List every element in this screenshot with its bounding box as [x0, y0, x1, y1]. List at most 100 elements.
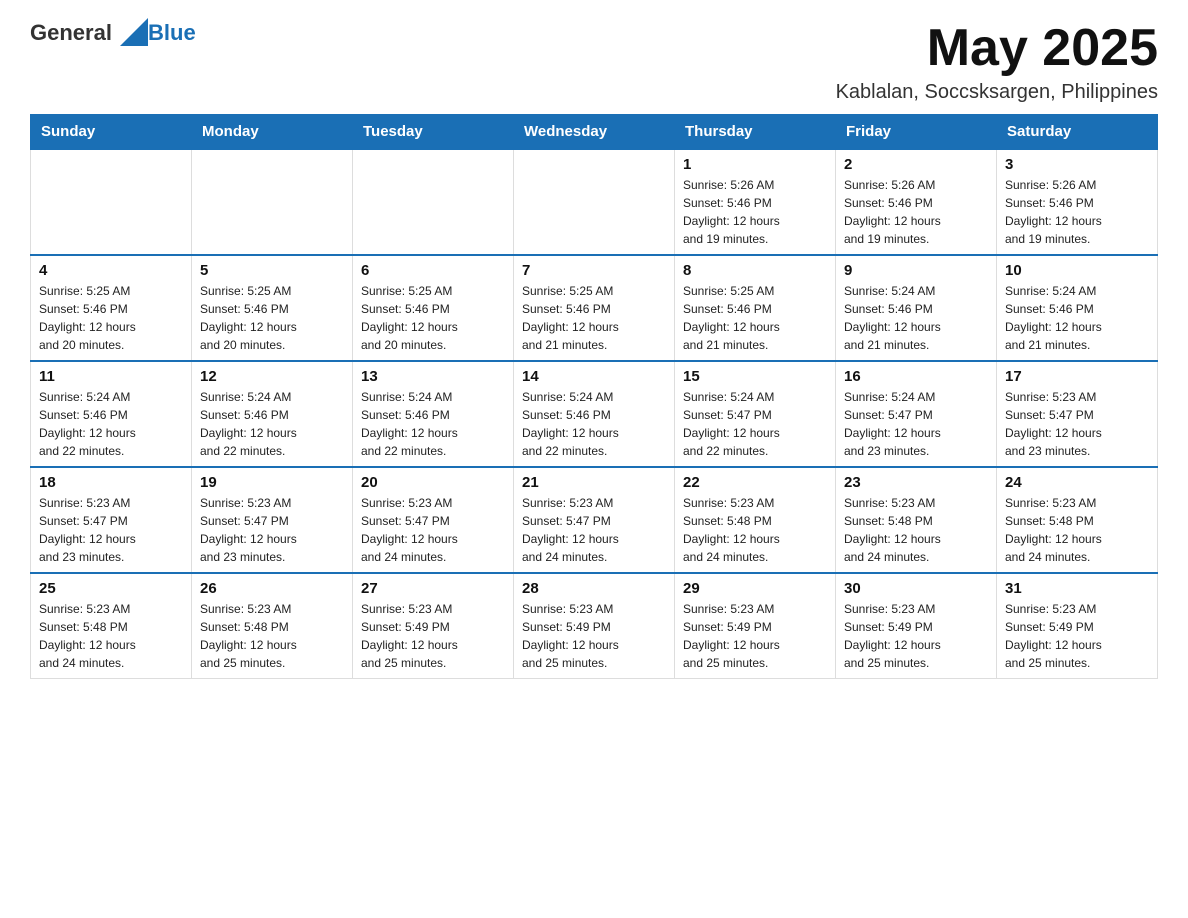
calendar-cell: 5 Sunrise: 5:25 AM Sunset: 5:46 PM Daylig…	[192, 255, 353, 361]
day-info: Sunrise: 5:23 AM Sunset: 5:48 PM Dayligh…	[1005, 494, 1149, 566]
logo-text-blue: Blue	[148, 20, 196, 46]
calendar-cell: 18 Sunrise: 5:23 AM Sunset: 5:47 PM Dayli…	[31, 467, 192, 573]
day-info: Sunrise: 5:23 AM Sunset: 5:47 PM Dayligh…	[522, 494, 666, 566]
calendar-cell	[514, 149, 675, 255]
day-info: Sunrise: 5:26 AM Sunset: 5:46 PM Dayligh…	[1005, 176, 1149, 248]
calendar-cell: 3Sunrise: 5:26 AM Sunset: 5:46 PM Daylig…	[997, 149, 1158, 255]
day-number: 8	[683, 262, 827, 279]
calendar-cell: 9 Sunrise: 5:24 AM Sunset: 5:46 PM Daylig…	[836, 255, 997, 361]
day-info: Sunrise: 5:23 AM Sunset: 5:49 PM Dayligh…	[522, 600, 666, 672]
day-info: Sunrise: 5:23 AM Sunset: 5:47 PM Dayligh…	[39, 494, 183, 566]
calendar-cell: 4 Sunrise: 5:25 AM Sunset: 5:46 PM Daylig…	[31, 255, 192, 361]
calendar-cell: 30 Sunrise: 5:23 AM Sunset: 5:49 PM Dayli…	[836, 573, 997, 679]
calendar-cell: 21 Sunrise: 5:23 AM Sunset: 5:47 PM Dayli…	[514, 467, 675, 573]
day-info: Sunrise: 5:23 AM Sunset: 5:49 PM Dayligh…	[844, 600, 988, 672]
calendar-cell	[31, 149, 192, 255]
calendar-cell: 19Sunrise: 5:23 AM Sunset: 5:47 PM Dayli…	[192, 467, 353, 573]
calendar-header-wednesday: Wednesday	[514, 115, 675, 150]
day-info: Sunrise: 5:23 AM Sunset: 5:49 PM Dayligh…	[683, 600, 827, 672]
day-number: 20	[361, 474, 505, 491]
day-info: Sunrise: 5:23 AM Sunset: 5:47 PM Dayligh…	[200, 494, 344, 566]
day-number: 18	[39, 474, 183, 491]
day-info: Sunrise: 5:24 AM Sunset: 5:47 PM Dayligh…	[844, 388, 988, 460]
day-number: 1	[683, 156, 827, 173]
day-number: 11	[39, 368, 183, 385]
calendar-cell: 24 Sunrise: 5:23 AM Sunset: 5:48 PM Dayli…	[997, 467, 1158, 573]
day-info: Sunrise: 5:24 AM Sunset: 5:46 PM Dayligh…	[361, 388, 505, 460]
calendar-cell: 1 Sunrise: 5:26 AM Sunset: 5:46 PM Daylig…	[675, 149, 836, 255]
day-number: 25	[39, 580, 183, 597]
day-number: 4	[39, 262, 183, 279]
logo: General Blue	[30, 20, 196, 46]
calendar-cell: 27 Sunrise: 5:23 AM Sunset: 5:49 PM Dayli…	[353, 573, 514, 679]
day-info: Sunrise: 5:25 AM Sunset: 5:46 PM Dayligh…	[200, 282, 344, 354]
calendar-week-row: 4 Sunrise: 5:25 AM Sunset: 5:46 PM Daylig…	[31, 255, 1158, 361]
day-info: Sunrise: 5:24 AM Sunset: 5:46 PM Dayligh…	[1005, 282, 1149, 354]
day-number: 31	[1005, 580, 1149, 597]
day-info: Sunrise: 5:23 AM Sunset: 5:48 PM Dayligh…	[39, 600, 183, 672]
calendar-header-thursday: Thursday	[675, 115, 836, 150]
calendar-cell: 14 Sunrise: 5:24 AM Sunset: 5:46 PM Dayli…	[514, 361, 675, 467]
day-number: 16	[844, 368, 988, 385]
calendar-cell: 23Sunrise: 5:23 AM Sunset: 5:48 PM Dayli…	[836, 467, 997, 573]
calendar-header-monday: Monday	[192, 115, 353, 150]
calendar-week-row: 1 Sunrise: 5:26 AM Sunset: 5:46 PM Daylig…	[31, 149, 1158, 255]
day-number: 10	[1005, 262, 1149, 279]
calendar-header-sunday: Sunday	[31, 115, 192, 150]
logo-triangle-icon	[120, 18, 148, 46]
day-info: Sunrise: 5:25 AM Sunset: 5:46 PM Dayligh…	[39, 282, 183, 354]
day-info: Sunrise: 5:24 AM Sunset: 5:46 PM Dayligh…	[200, 388, 344, 460]
calendar-cell: 22Sunrise: 5:23 AM Sunset: 5:48 PM Dayli…	[675, 467, 836, 573]
day-number: 2	[844, 156, 988, 173]
day-number: 24	[1005, 474, 1149, 491]
calendar-header-tuesday: Tuesday	[353, 115, 514, 150]
day-info: Sunrise: 5:24 AM Sunset: 5:46 PM Dayligh…	[39, 388, 183, 460]
month-title: May 2025	[836, 20, 1158, 77]
page-header: General Blue May 2025 Kablalan, Soccsksa…	[30, 20, 1158, 104]
calendar-cell: 31Sunrise: 5:23 AM Sunset: 5:49 PM Dayli…	[997, 573, 1158, 679]
calendar-cell: 25 Sunrise: 5:23 AM Sunset: 5:48 PM Dayli…	[31, 573, 192, 679]
day-number: 14	[522, 368, 666, 385]
day-number: 15	[683, 368, 827, 385]
day-number: 9	[844, 262, 988, 279]
title-block: May 2025 Kablalan, Soccsksargen, Philipp…	[836, 20, 1158, 104]
calendar-cell: 29Sunrise: 5:23 AM Sunset: 5:49 PM Dayli…	[675, 573, 836, 679]
day-number: 7	[522, 262, 666, 279]
calendar-header-friday: Friday	[836, 115, 997, 150]
calendar-cell: 15Sunrise: 5:24 AM Sunset: 5:47 PM Dayli…	[675, 361, 836, 467]
calendar-header-row: SundayMondayTuesdayWednesdayThursdayFrid…	[31, 115, 1158, 150]
calendar-cell: 12Sunrise: 5:24 AM Sunset: 5:46 PM Dayli…	[192, 361, 353, 467]
day-number: 27	[361, 580, 505, 597]
day-info: Sunrise: 5:24 AM Sunset: 5:46 PM Dayligh…	[844, 282, 988, 354]
calendar-cell: 17Sunrise: 5:23 AM Sunset: 5:47 PM Dayli…	[997, 361, 1158, 467]
location-subtitle: Kablalan, Soccsksargen, Philippines	[836, 81, 1158, 104]
day-info: Sunrise: 5:23 AM Sunset: 5:47 PM Dayligh…	[361, 494, 505, 566]
day-info: Sunrise: 5:23 AM Sunset: 5:48 PM Dayligh…	[683, 494, 827, 566]
day-info: Sunrise: 5:23 AM Sunset: 5:48 PM Dayligh…	[844, 494, 988, 566]
day-info: Sunrise: 5:25 AM Sunset: 5:46 PM Dayligh…	[361, 282, 505, 354]
calendar-cell: 28 Sunrise: 5:23 AM Sunset: 5:49 PM Dayli…	[514, 573, 675, 679]
calendar-cell	[192, 149, 353, 255]
calendar-cell: 8 Sunrise: 5:25 AM Sunset: 5:46 PM Daylig…	[675, 255, 836, 361]
calendar-week-row: 18 Sunrise: 5:23 AM Sunset: 5:47 PM Dayli…	[31, 467, 1158, 573]
day-number: 21	[522, 474, 666, 491]
calendar-cell: 10 Sunrise: 5:24 AM Sunset: 5:46 PM Dayli…	[997, 255, 1158, 361]
day-info: Sunrise: 5:24 AM Sunset: 5:46 PM Dayligh…	[522, 388, 666, 460]
calendar-cell: 6Sunrise: 5:25 AM Sunset: 5:46 PM Daylig…	[353, 255, 514, 361]
day-number: 30	[844, 580, 988, 597]
calendar-week-row: 25 Sunrise: 5:23 AM Sunset: 5:48 PM Dayli…	[31, 573, 1158, 679]
calendar-table: SundayMondayTuesdayWednesdayThursdayFrid…	[30, 114, 1158, 679]
day-info: Sunrise: 5:25 AM Sunset: 5:46 PM Dayligh…	[683, 282, 827, 354]
calendar-cell: 13Sunrise: 5:24 AM Sunset: 5:46 PM Dayli…	[353, 361, 514, 467]
day-number: 5	[200, 262, 344, 279]
day-info: Sunrise: 5:26 AM Sunset: 5:46 PM Dayligh…	[683, 176, 827, 248]
day-number: 28	[522, 580, 666, 597]
day-info: Sunrise: 5:23 AM Sunset: 5:49 PM Dayligh…	[361, 600, 505, 672]
day-info: Sunrise: 5:23 AM Sunset: 5:48 PM Dayligh…	[200, 600, 344, 672]
calendar-cell: 11 Sunrise: 5:24 AM Sunset: 5:46 PM Dayli…	[31, 361, 192, 467]
calendar-week-row: 11 Sunrise: 5:24 AM Sunset: 5:46 PM Dayli…	[31, 361, 1158, 467]
calendar-cell: 2Sunrise: 5:26 AM Sunset: 5:46 PM Daylig…	[836, 149, 997, 255]
calendar-header-saturday: Saturday	[997, 115, 1158, 150]
calendar-cell: 26Sunrise: 5:23 AM Sunset: 5:48 PM Dayli…	[192, 573, 353, 679]
calendar-cell: 20 Sunrise: 5:23 AM Sunset: 5:47 PM Dayli…	[353, 467, 514, 573]
